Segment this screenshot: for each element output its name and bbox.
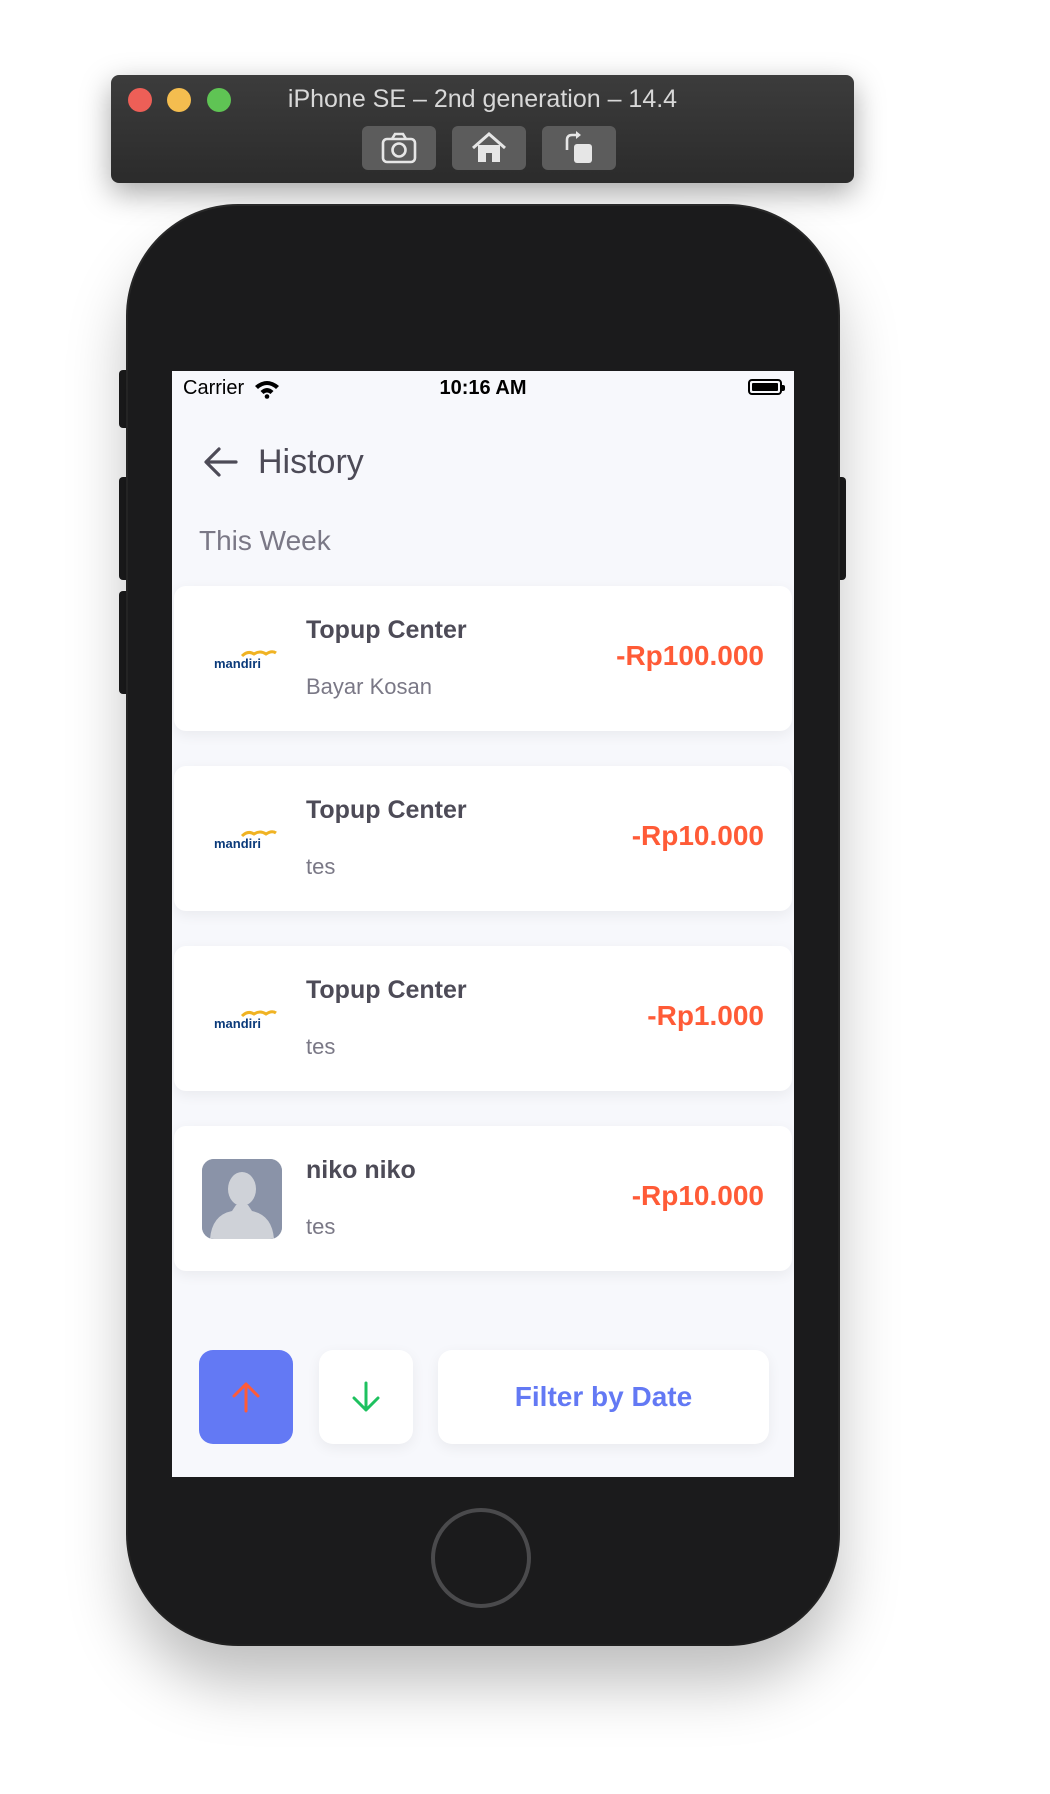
screenshot-button[interactable] (362, 126, 436, 170)
transaction-amount: -Rp10.000 (631, 820, 764, 851)
expense-filter-button[interactable] (319, 1350, 413, 1444)
simulator-title-bar: iPhone SE – 2nd generation – 14.4 (111, 75, 854, 183)
section-label-this-week: This Week (199, 525, 331, 556)
user-avatar (202, 1159, 282, 1239)
page-header: History (202, 437, 364, 487)
transaction-name: niko niko (306, 1156, 416, 1184)
mandiri-logo: mandiri (200, 799, 280, 879)
rotate-button[interactable] (542, 126, 616, 170)
page-title: History (258, 442, 364, 481)
home-button[interactable] (452, 126, 526, 170)
mandiri-logo: mandiri (200, 979, 280, 1059)
income-filter-button[interactable] (199, 1350, 293, 1444)
mandiri-logo: mandiri (200, 619, 280, 699)
transaction-name: Topup Center (306, 976, 467, 1004)
app-screen: Carrier 10:16 AM History This Week mandi… (172, 371, 794, 1477)
transaction-amount: -Rp1.000 (647, 1000, 764, 1031)
svg-text:mandiri: mandiri (214, 1016, 261, 1031)
rotate-icon (565, 131, 592, 163)
device-home-button[interactable] (431, 1508, 531, 1608)
transaction-card[interactable]: niko niko tes -Rp10.000 (174, 1126, 792, 1271)
transaction-note: tes (306, 1214, 336, 1239)
battery-icon (748, 379, 785, 395)
svg-text:mandiri: mandiri (214, 836, 261, 851)
simulator-title: iPhone SE – 2nd generation – 14.4 (287, 85, 678, 113)
transaction-card[interactable]: mandiri Topup Center tes -Rp1.000 (174, 946, 792, 1091)
transaction-note: tes (306, 854, 336, 879)
arrow-up-icon (232, 1382, 260, 1413)
transaction-amount: -Rp10.000 (631, 1180, 764, 1211)
transaction-name: Topup Center (306, 616, 467, 644)
transaction-amount: -Rp100.000 (616, 640, 764, 671)
home-icon (472, 132, 506, 162)
transaction-note: tes (306, 1034, 336, 1059)
transaction-note: Bayar Kosan (306, 674, 432, 699)
filter-by-date-button[interactable]: Filter by Date (438, 1350, 769, 1444)
screenshot-icon (381, 132, 417, 164)
transaction-name: Topup Center (306, 796, 467, 824)
back-arrow-icon[interactable] (202, 443, 240, 481)
transaction-card[interactable]: mandiri Topup Center tes -Rp10.000 (174, 766, 792, 911)
person-placeholder-icon (202, 1159, 282, 1239)
arrow-down-icon (352, 1381, 380, 1412)
status-time: 10:16 AM (439, 377, 527, 399)
svg-text:mandiri: mandiri (214, 656, 261, 671)
stage: iPhone SE – 2nd generation – 14.4 Carrie… (0, 0, 1050, 1794)
transaction-card[interactable]: mandiri Topup Center Bayar Kosan -Rp100.… (174, 586, 792, 731)
status-bar: Carrier 10:16 AM (172, 371, 794, 411)
